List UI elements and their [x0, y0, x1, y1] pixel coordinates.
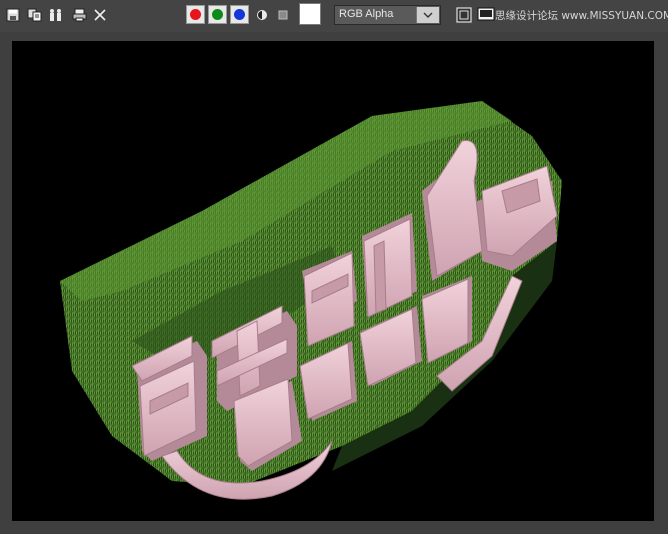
- blue-channel-toggle[interactable]: [230, 5, 249, 24]
- monochrome-icon: [278, 10, 288, 20]
- monochrome-toggle[interactable]: [274, 6, 292, 24]
- render-frame-toolbar: RGB Alpha 思缘设计论坛 www.MISSYUAN.COM: [0, 0, 668, 32]
- site-watermark: 思缘设计论坛 www.MISSYUAN.COM: [495, 10, 668, 22]
- render-image: [12, 41, 654, 521]
- toggle-ui-overlay-button[interactable]: [455, 6, 473, 24]
- clear-button[interactable]: [91, 6, 109, 24]
- red-channel-toggle[interactable]: [186, 5, 205, 24]
- dropdown-arrow[interactable]: [416, 7, 439, 23]
- background-color-swatch[interactable]: [299, 3, 321, 25]
- print-image-button[interactable]: [70, 6, 88, 24]
- print-image-icon: [72, 8, 86, 22]
- half-circle-icon: [257, 10, 267, 20]
- green-channel-toggle[interactable]: [208, 5, 227, 24]
- clear-icon: [94, 9, 106, 21]
- display-settings-button[interactable]: [476, 6, 496, 24]
- red-channel-icon: [190, 9, 201, 20]
- copy-image-button[interactable]: [25, 6, 43, 24]
- clone-window-icon: [50, 9, 61, 21]
- blue-channel-icon: [234, 9, 245, 20]
- chevron-down-icon: [423, 12, 433, 18]
- monitor-icon: [477, 7, 495, 21]
- save-image-icon: [6, 8, 20, 22]
- window-frame-icon: [456, 7, 472, 23]
- green-channel-icon: [212, 9, 223, 20]
- display-mode-value: RGB Alpha: [339, 8, 394, 20]
- alpha-channel-toggle[interactable]: [253, 6, 271, 24]
- rendered-viewport: [12, 41, 654, 521]
- clone-window-button[interactable]: [47, 6, 65, 24]
- save-image-button[interactable]: [4, 6, 22, 24]
- copy-image-icon: [27, 8, 41, 22]
- display-mode-dropdown[interactable]: RGB Alpha: [334, 5, 441, 25]
